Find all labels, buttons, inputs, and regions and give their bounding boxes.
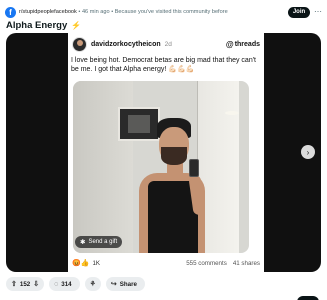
threads-at-icon: @ (225, 39, 234, 49)
send-gift-button: ✱ Send a gift (75, 236, 123, 248)
vote-pill: ⇧ 152 ⇩ (6, 277, 45, 291)
card-post-text: I love being hot. Democrat betas are big… (71, 57, 256, 74)
reaction-icon: 😡👍 (72, 260, 90, 267)
join-button[interactable]: Join (288, 6, 310, 18)
share-button[interactable]: ↪ Share (105, 277, 145, 291)
send-gift-label: Send a gift (88, 239, 118, 245)
post-age: 46 min ago (81, 9, 110, 15)
downvote-icon[interactable]: ⇩ (33, 280, 39, 288)
card-header: davidzorkocytheicon 2d @ threads (72, 36, 260, 52)
recommendation-reason: Because you've visited this community be… (114, 9, 228, 15)
post-action-bar: ⇧ 152 ⇩ ◌ 314 ⚘ ↪ Share (6, 277, 150, 291)
post-title-row[interactable]: Alpha Energy ⚡ (6, 20, 81, 31)
lightning-icon: ⚡ (71, 21, 82, 30)
wall-picture-frame (118, 107, 160, 141)
threads-logo: @ threads (226, 40, 260, 49)
phone-icon (189, 159, 199, 177)
threads-screenshot-card: davidzorkocytheicon 2d @ threads I love … (68, 33, 264, 272)
next-post-join-button[interactable] (297, 296, 319, 300)
share-label: Share (119, 280, 137, 288)
award-icon: ⚘ (89, 281, 96, 288)
comment-icon: ◌ (54, 280, 59, 288)
subreddit-avatar-icon[interactable]: f (5, 6, 16, 18)
reaction-count: 1K (92, 259, 101, 267)
comment-count: 314 (61, 280, 72, 288)
next-image-arrow-icon[interactable]: › (301, 145, 315, 159)
post-photo: ✱ Send a gift (73, 81, 249, 253)
card-shares-count: 41 shares (232, 259, 260, 267)
subreddit-name[interactable]: r/stupidpeoplefacebook (19, 9, 77, 15)
post-meta-row: f r/stupidpeoplefacebook • 46 min ago • … (5, 4, 322, 20)
post-title[interactable]: Alpha Energy (6, 20, 67, 31)
post-media[interactable]: davidzorkocytheicon 2d @ threads I love … (6, 33, 321, 272)
threads-logo-label: threads (234, 40, 260, 48)
card-comments-count: 555 comments (186, 259, 227, 267)
card-username: davidzorkocytheicon (91, 40, 161, 48)
upvote-icon[interactable]: ⇧ (11, 280, 17, 288)
share-icon: ↪ (110, 281, 117, 288)
award-button[interactable]: ⚘ (84, 277, 101, 291)
vote-count: 152 (19, 280, 31, 288)
gift-icon: ✱ (80, 239, 86, 246)
card-footer: 😡👍 1K 555 comments 41 shares (72, 257, 260, 269)
comments-button[interactable]: ◌ 314 (49, 277, 80, 291)
avatar (72, 36, 87, 52)
card-time: 2d (164, 40, 172, 48)
post-meta-text: r/stupidpeoplefacebook • 46 min ago • Be… (19, 9, 228, 15)
more-options-icon[interactable]: ⋯ (314, 8, 322, 16)
